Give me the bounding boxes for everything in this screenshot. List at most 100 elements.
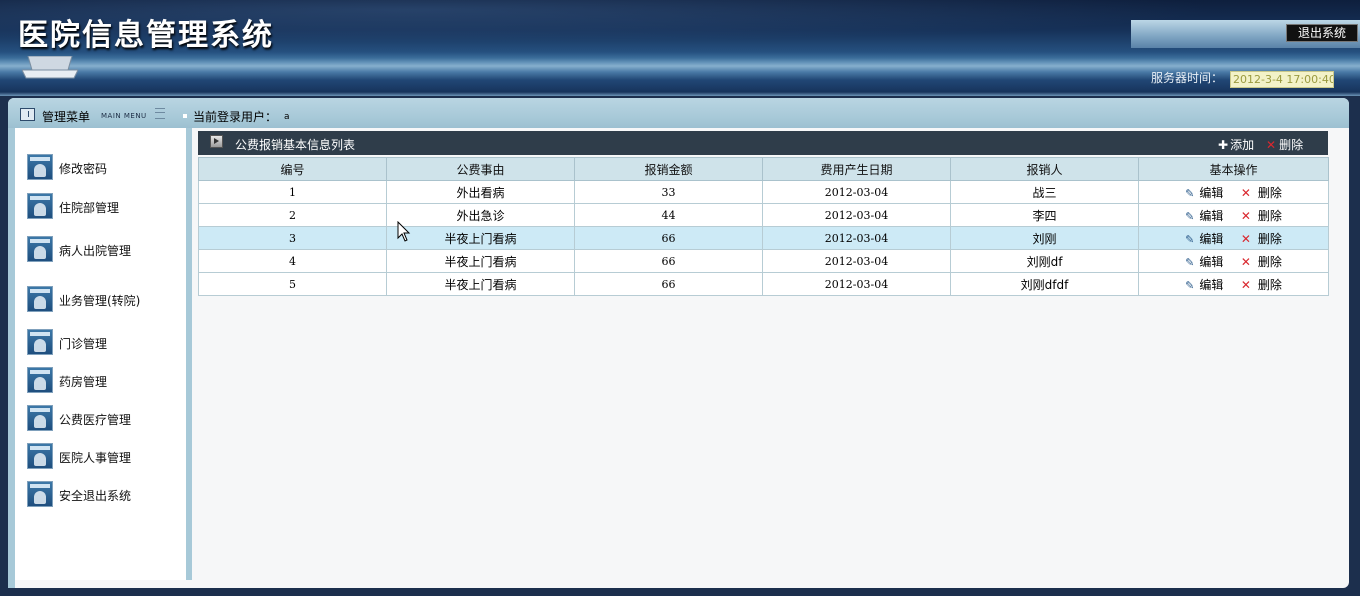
sidebar-item-label: 业务管理(转院): [59, 294, 141, 308]
main-frame: 管理菜单 MAIN MENU 当前登录用户： a 修改密码 住院部管理 病人出院…: [8, 98, 1349, 588]
sidebar-item-label: 医院人事管理: [59, 451, 132, 465]
cell-person: 刘刚df: [950, 249, 1139, 273]
table-row[interactable]: 5 半夜上门看病 66 2012-03-04 刘刚dfdf ✎ 编辑 ✕ 删除: [198, 272, 1329, 296]
row-delete-button[interactable]: ✕ 删除: [1241, 230, 1282, 247]
cell-id: 4: [198, 249, 387, 273]
edit-label: 编辑: [1199, 277, 1224, 292]
row-delete-label: 删除: [1257, 254, 1282, 269]
delete-x-icon: ✕: [1240, 277, 1251, 292]
window-icon: [27, 481, 53, 507]
table-row[interactable]: 2 外出急诊 44 2012-03-04 李四 ✎ 编辑 ✕ 删除: [198, 203, 1329, 227]
pencil-icon: ✎: [1185, 255, 1195, 269]
window-icon: [27, 367, 53, 393]
laptop-icon: [22, 56, 78, 79]
table-row-highlighted[interactable]: 3 半夜上门看病 66 2012-03-04 刘刚 ✎ 编辑 ✕ 删除: [198, 226, 1329, 250]
table-row[interactable]: 4 半夜上门看病 66 2012-03-04 刘刚df ✎ 编辑 ✕ 删除: [198, 249, 1329, 273]
logout-button[interactable]: 退出系统: [1286, 24, 1358, 42]
list-header: 公费报销基本信息列表 ✚ 添加 ✕ 删除: [198, 131, 1328, 155]
row-delete-button[interactable]: ✕ 删除: [1241, 184, 1282, 201]
window-icon: [27, 236, 53, 262]
edit-button[interactable]: ✎ 编辑: [1185, 230, 1223, 247]
list-title: 公费报销基本信息列表: [235, 138, 356, 152]
cell-actions: ✎ 编辑 ✕ 删除: [1138, 249, 1329, 273]
column-header-id[interactable]: 编号: [198, 157, 387, 181]
current-user-label: 当前登录用户：: [193, 110, 278, 124]
column-header-amount[interactable]: 报销金额: [574, 157, 763, 181]
delete-button[interactable]: ✕ 删除: [1266, 136, 1303, 153]
delete-label: 删除: [1279, 138, 1304, 152]
cell-person: 刘刚dfdf: [950, 272, 1139, 296]
menu-icon: [20, 108, 35, 121]
edit-button[interactable]: ✎ 编辑: [1185, 207, 1223, 224]
row-delete-label: 删除: [1257, 231, 1282, 246]
column-header-person[interactable]: 报销人: [950, 157, 1139, 181]
cell-actions: ✎ 编辑 ✕ 删除: [1138, 226, 1329, 250]
edit-label: 编辑: [1199, 231, 1224, 246]
add-label: 添加: [1230, 138, 1255, 152]
cell-actions: ✎ 编辑 ✕ 删除: [1138, 180, 1329, 204]
column-header-reason[interactable]: 公费事由: [386, 157, 575, 181]
column-header-actions: 基本操作: [1138, 157, 1329, 181]
sidebar-item-label: 安全退出系统: [59, 489, 132, 503]
add-button[interactable]: ✚ 添加: [1218, 136, 1254, 153]
delete-x-icon: ✕: [1240, 254, 1251, 269]
sidebar-item-label: 公费医疗管理: [59, 413, 132, 427]
edit-label: 编辑: [1199, 254, 1224, 269]
frame-topbar: 管理菜单 MAIN MENU 当前登录用户： a: [8, 98, 1349, 128]
delete-x-icon: ✕: [1240, 231, 1251, 246]
pencil-icon: ✎: [1185, 232, 1195, 246]
table-row[interactable]: 1 外出看病 33 2012-03-04 战三 ✎ 编辑 ✕ 删除: [198, 180, 1329, 204]
pencil-icon: ✎: [1185, 278, 1195, 292]
play-icon: [210, 135, 223, 148]
cell-reason: 半夜上门看病: [386, 249, 575, 273]
sidebar-item-label: 修改密码: [59, 162, 108, 176]
app-header: 医院信息管理系统 退出系统 服务器时间： 2012-3-4 17:00:40: [0, 0, 1360, 96]
edit-button[interactable]: ✎ 编辑: [1185, 253, 1223, 270]
cell-date: 2012-03-04: [762, 226, 951, 250]
cell-actions: ✎ 编辑 ✕ 删除: [1138, 272, 1329, 296]
server-time-label: 服务器时间：: [1151, 71, 1224, 85]
cell-id: 2: [198, 203, 387, 227]
cell-person: 战三: [950, 180, 1139, 204]
cell-date: 2012-03-04: [762, 272, 951, 296]
cell-id: 1: [198, 180, 387, 204]
window-icon: [27, 193, 53, 219]
row-delete-button[interactable]: ✕ 删除: [1241, 253, 1282, 270]
window-icon: [27, 329, 53, 355]
window-icon: [27, 286, 53, 312]
plus-icon: ✚: [1218, 138, 1229, 152]
delete-x-icon: ✕: [1240, 185, 1251, 200]
column-header-date[interactable]: 费用产生日期: [762, 157, 951, 181]
server-time-field: 2012-3-4 17:00:40: [1230, 71, 1334, 88]
cell-reason: 半夜上门看病: [386, 226, 575, 250]
cell-date: 2012-03-04: [762, 203, 951, 227]
cell-date: 2012-03-04: [762, 180, 951, 204]
row-delete-button[interactable]: ✕ 删除: [1241, 276, 1282, 293]
row-delete-button[interactable]: ✕ 删除: [1241, 207, 1282, 224]
edit-button[interactable]: ✎ 编辑: [1185, 184, 1223, 201]
pencil-icon: ✎: [1185, 209, 1195, 223]
menu-subtitle: MAIN MENU: [101, 112, 147, 120]
reimbursement-table: 编号 公费事由 报销金额 费用产生日期 报销人 基本操作 1 外出看病 33 2…: [198, 157, 1329, 296]
cell-date: 2012-03-04: [762, 249, 951, 273]
edit-button[interactable]: ✎ 编辑: [1185, 276, 1223, 293]
cell-amount: 66: [574, 272, 763, 296]
menu-collapse-icon[interactable]: [155, 108, 165, 119]
cell-amount: 44: [574, 203, 763, 227]
cell-actions: ✎ 编辑 ✕ 删除: [1138, 203, 1329, 227]
cell-amount: 33: [574, 180, 763, 204]
delete-x-icon: ✕: [1240, 208, 1251, 223]
pencil-icon: ✎: [1185, 186, 1195, 200]
mouse-cursor-icon: [397, 221, 411, 242]
edit-label: 编辑: [1199, 208, 1224, 223]
sidebar-item-label: 病人出院管理: [59, 244, 132, 258]
cell-person: 李四: [950, 203, 1139, 227]
cell-reason: 外出急诊: [386, 203, 575, 227]
menu-title: 管理菜单: [42, 110, 91, 124]
delete-x-icon: ✕: [1266, 138, 1277, 152]
cell-reason: 外出看病: [386, 180, 575, 204]
cell-person: 刘刚: [950, 226, 1139, 250]
window-icon: [27, 154, 53, 180]
window-icon: [27, 443, 53, 469]
sidebar-item-label: 药房管理: [59, 375, 108, 389]
